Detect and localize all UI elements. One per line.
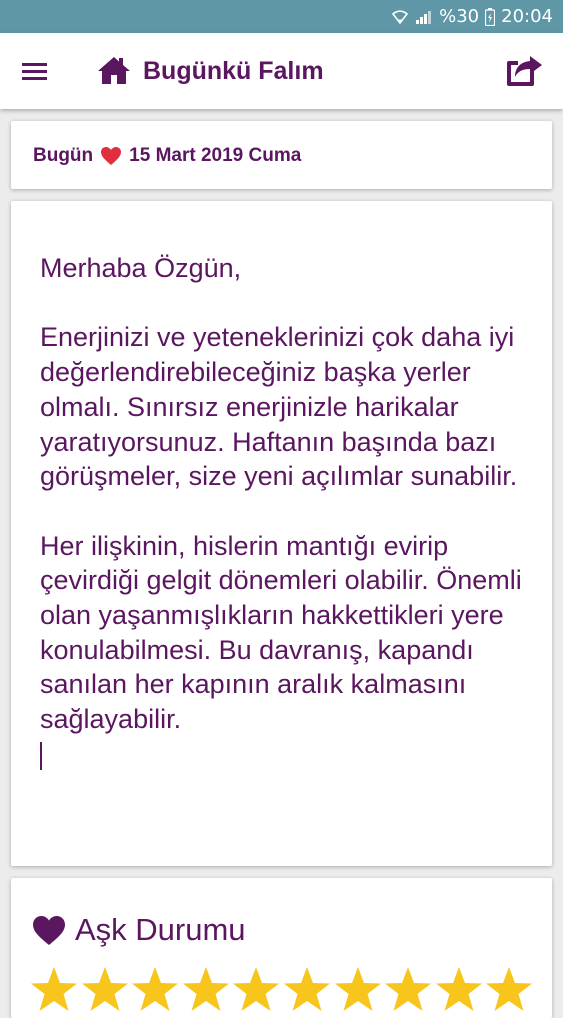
battery-charging-icon [485,7,496,26]
clock: 20:04 [501,6,553,27]
star-icon [486,967,533,1011]
date-line: Bugün 15 Mart 2019 Cuma [33,145,301,167]
fortune-paragraph-2: Her ilişkinin, hislerin mantığı evirip ç… [40,530,522,735]
star-icon [385,967,432,1011]
signal-icon [415,9,433,25]
love-status-title: Aşk Durumu [75,912,246,947]
star-icon [81,967,128,1011]
star-rating [30,966,536,1012]
star-icon [132,967,179,1011]
fortune-paragraph-1: Enerjinizi ve yeteneklerinizi çok daha i… [40,322,518,492]
heart-icon [101,147,122,165]
menu-icon[interactable] [21,59,49,83]
share-icon[interactable] [506,54,544,88]
star-icon [435,967,482,1011]
app-bar: Bugünkü Falım [0,33,563,109]
fortune-card: Merhaba Özgün, Enerjinizi ve yetenekleri… [11,201,552,866]
love-status-card: Aşk Durumu [11,878,552,1018]
love-status-header: Aşk Durumu [32,912,246,948]
home-icon [97,55,131,85]
battery-percent: %30 [439,6,480,27]
page-title: Bugünkü Falım [143,57,324,85]
fortune-text[interactable]: Merhaba Özgün, Enerjinizi ve yetenekleri… [40,251,535,772]
star-icon [182,967,229,1011]
greeting: Merhaba Özgün, [40,253,242,283]
date-prefix: Bugün [33,145,94,166]
status-bar: %30 20:04 [0,0,563,33]
star-icon [283,967,330,1011]
text-cursor [40,741,42,770]
star-icon [334,967,381,1011]
date-card: Bugün 15 Mart 2019 Cuma [11,121,552,189]
star-icon [233,967,280,1011]
wifi-icon [391,9,409,25]
date-value: 15 Mart 2019 Cuma [129,145,302,166]
star-icon [31,967,77,1011]
heart-icon [33,915,65,945]
